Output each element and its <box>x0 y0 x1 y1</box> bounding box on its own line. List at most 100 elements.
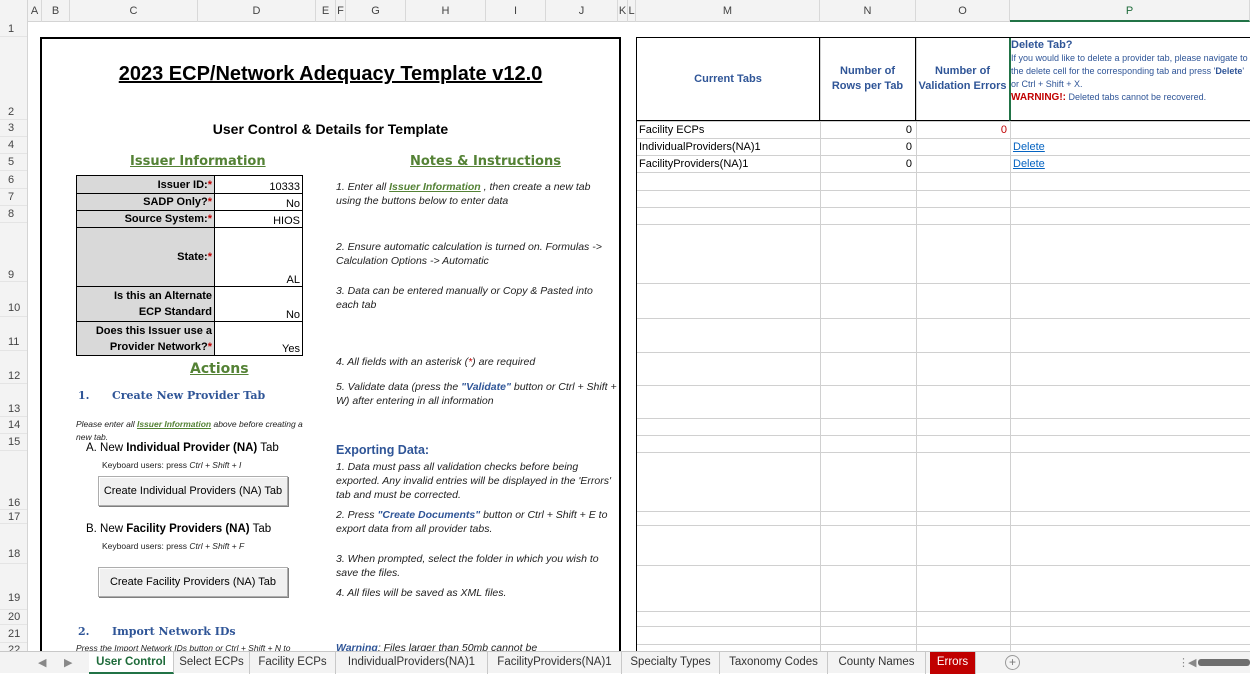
provider-network-value[interactable]: Yes <box>214 321 303 356</box>
row-header[interactable]: 4 <box>0 137 27 154</box>
sheet-tab-individual-providers[interactable]: IndividualProviders(NA)1 <box>336 652 488 674</box>
row-header[interactable]: 22 <box>0 643 27 651</box>
issuer-info-table: Issuer ID:* 10333 SADP Only?* No Source … <box>76 175 303 356</box>
row-header[interactable]: 10 <box>0 282 27 317</box>
gridline <box>637 644 1250 645</box>
sadp-only-value[interactable]: No <box>214 193 303 211</box>
column-header-f[interactable]: F <box>336 0 346 22</box>
gridline <box>637 511 1250 512</box>
export-note-3: 3. When prompted, select the folder in w… <box>336 553 599 579</box>
delete-tab-description: If you would like to delete a provider t… <box>1011 53 1248 89</box>
delete-tab-link[interactable]: Delete <box>1013 157 1045 171</box>
tab-name-cell[interactable]: IndividualProviders(NA)1 <box>639 140 819 154</box>
column-header-i[interactable]: I <box>486 0 546 22</box>
column-header-g[interactable]: G <box>346 0 406 22</box>
note-2: 2. Ensure automatic calculation is turne… <box>336 241 602 267</box>
column-header-j[interactable]: J <box>546 0 618 22</box>
delete-tab-link[interactable]: Delete <box>1013 140 1045 154</box>
sheet-tab-user-control[interactable]: User Control <box>89 652 174 674</box>
column-header-d[interactable]: D <box>198 0 316 22</box>
sheet-tab-select-ecps[interactable]: Select ECPs <box>174 652 250 674</box>
gridline <box>637 190 1250 191</box>
tab-scroll-left-icon[interactable]: ◀ <box>38 652 46 674</box>
tab-errors-cell[interactable]: 0 <box>916 123 1007 137</box>
row-header[interactable]: 20 <box>0 610 27 625</box>
sheet-tab-taxonomy-codes[interactable]: Taxonomy Codes <box>720 652 828 674</box>
row-header[interactable]: 5 <box>0 154 27 171</box>
column-header-p[interactable]: P <box>1010 0 1250 22</box>
row-header[interactable]: 7 <box>0 189 27 206</box>
pre-create-note-cont: new tab. <box>76 432 109 442</box>
row-header[interactable]: 14 <box>0 417 27 434</box>
row-header[interactable]: 1 <box>0 22 27 37</box>
column-header-bar: A B C D E F G H I J K L M N O P <box>0 0 1250 22</box>
row-header[interactable]: 3 <box>0 120 27 137</box>
validation-errors-header: Number of Validation Errors <box>916 38 1010 121</box>
export-note-1: 1. Data must pass all validation checks … <box>336 461 612 501</box>
row-header[interactable]: 8 <box>0 206 27 223</box>
alternate-ecp-value[interactable]: No <box>214 286 303 322</box>
row-header[interactable]: 19 <box>0 564 27 610</box>
state-label: State:* <box>76 227 215 287</box>
column-header-e[interactable]: E <box>316 0 336 22</box>
issuer-info-heading: Issuer Information <box>130 154 266 169</box>
row-header[interactable]: 17 <box>0 510 27 524</box>
horizontal-scrollbar[interactable] <box>1198 659 1250 666</box>
step-2-number: 2. <box>78 625 90 638</box>
row-header[interactable]: 12 <box>0 351 27 384</box>
row-header[interactable]: 15 <box>0 434 27 451</box>
gridline <box>637 626 1250 627</box>
column-header-m[interactable]: M <box>636 0 820 22</box>
tab-scroll-right-icon[interactable]: ▶ <box>64 652 72 674</box>
sheet-tab-specialty-types[interactable]: Specialty Types <box>622 652 720 674</box>
sheet-tab-facility-ecps[interactable]: Facility ECPs <box>250 652 336 674</box>
gridline <box>637 565 1250 566</box>
row-header[interactable]: 18 <box>0 524 27 564</box>
create-individual-providers-button[interactable]: Create Individual Providers (NA) Tab <box>98 476 288 506</box>
sheet-tab-facility-providers[interactable]: FacilityProviders(NA)1 <box>488 652 622 674</box>
row-header[interactable]: 16 <box>0 451 27 510</box>
rows-per-tab-header: Number of Rows per Tab <box>820 38 916 121</box>
step-1-title: Create New Provider Tab <box>112 389 266 402</box>
add-sheet-icon[interactable]: + <box>1005 655 1020 670</box>
state-value[interactable]: AL <box>214 227 303 287</box>
tab-name-cell[interactable]: Facility ECPs <box>639 123 819 137</box>
source-system-value[interactable]: HIOS <box>214 210 303 228</box>
note-5: 5. Validate data (press the "Validate" b… <box>336 381 617 407</box>
column-header-a[interactable]: A <box>28 0 42 22</box>
column-header-o[interactable]: O <box>916 0 1010 22</box>
column-header-h[interactable]: H <box>406 0 486 22</box>
row-header[interactable]: 21 <box>0 625 27 643</box>
gridline <box>637 224 1250 225</box>
exporting-data-heading: Exporting Data: <box>336 443 430 457</box>
row-header[interactable]: 11 <box>0 317 27 351</box>
column-header-l[interactable]: L <box>628 0 636 22</box>
row-header[interactable]: 6 <box>0 171 27 189</box>
column-header-k[interactable]: K <box>618 0 628 22</box>
row-header[interactable]: 9 <box>0 223 27 282</box>
column-header-c[interactable]: C <box>70 0 198 22</box>
issuer-id-value[interactable]: 10333 <box>214 175 303 194</box>
sheet-tab-errors[interactable]: Errors <box>930 652 976 674</box>
column-header-b[interactable]: B <box>42 0 70 22</box>
gridline <box>637 525 1250 526</box>
row-header[interactable]: 13 <box>0 384 27 417</box>
step-2-title: Import Network IDs <box>112 625 236 638</box>
sheet-tab-county-names[interactable]: County Names <box>828 652 926 674</box>
alternate-ecp-label: Is this an Alternate ECP Standard <box>76 286 215 322</box>
delete-tab-warning: WARNING!: Deleted tabs cannot be recover… <box>1011 92 1207 103</box>
select-all-corner[interactable] <box>0 0 28 22</box>
export-note-2: 2. Press "Create Documents" button or Ct… <box>336 509 608 535</box>
tab-name-cell[interactable]: FacilityProviders(NA)1 <box>639 157 819 171</box>
column-header-n[interactable]: N <box>820 0 916 22</box>
tab-rows-cell[interactable]: 0 <box>820 123 912 137</box>
scroll-left-icon[interactable]: ◀ <box>1188 652 1196 674</box>
facility-keyboard-hint: Keyboard users: press Ctrl + Shift + F <box>102 541 245 551</box>
tab-rows-cell[interactable]: 0 <box>820 157 912 171</box>
tab-rows-cell[interactable]: 0 <box>820 140 912 154</box>
actions-heading: Actions <box>190 361 249 377</box>
current-tabs-header: Current Tabs <box>637 38 820 121</box>
row-header[interactable]: 2 <box>0 37 27 120</box>
individual-keyboard-hint: Keyboard users: press Ctrl + Shift + I <box>102 460 242 470</box>
create-facility-providers-button[interactable]: Create Facility Providers (NA) Tab <box>98 567 288 597</box>
